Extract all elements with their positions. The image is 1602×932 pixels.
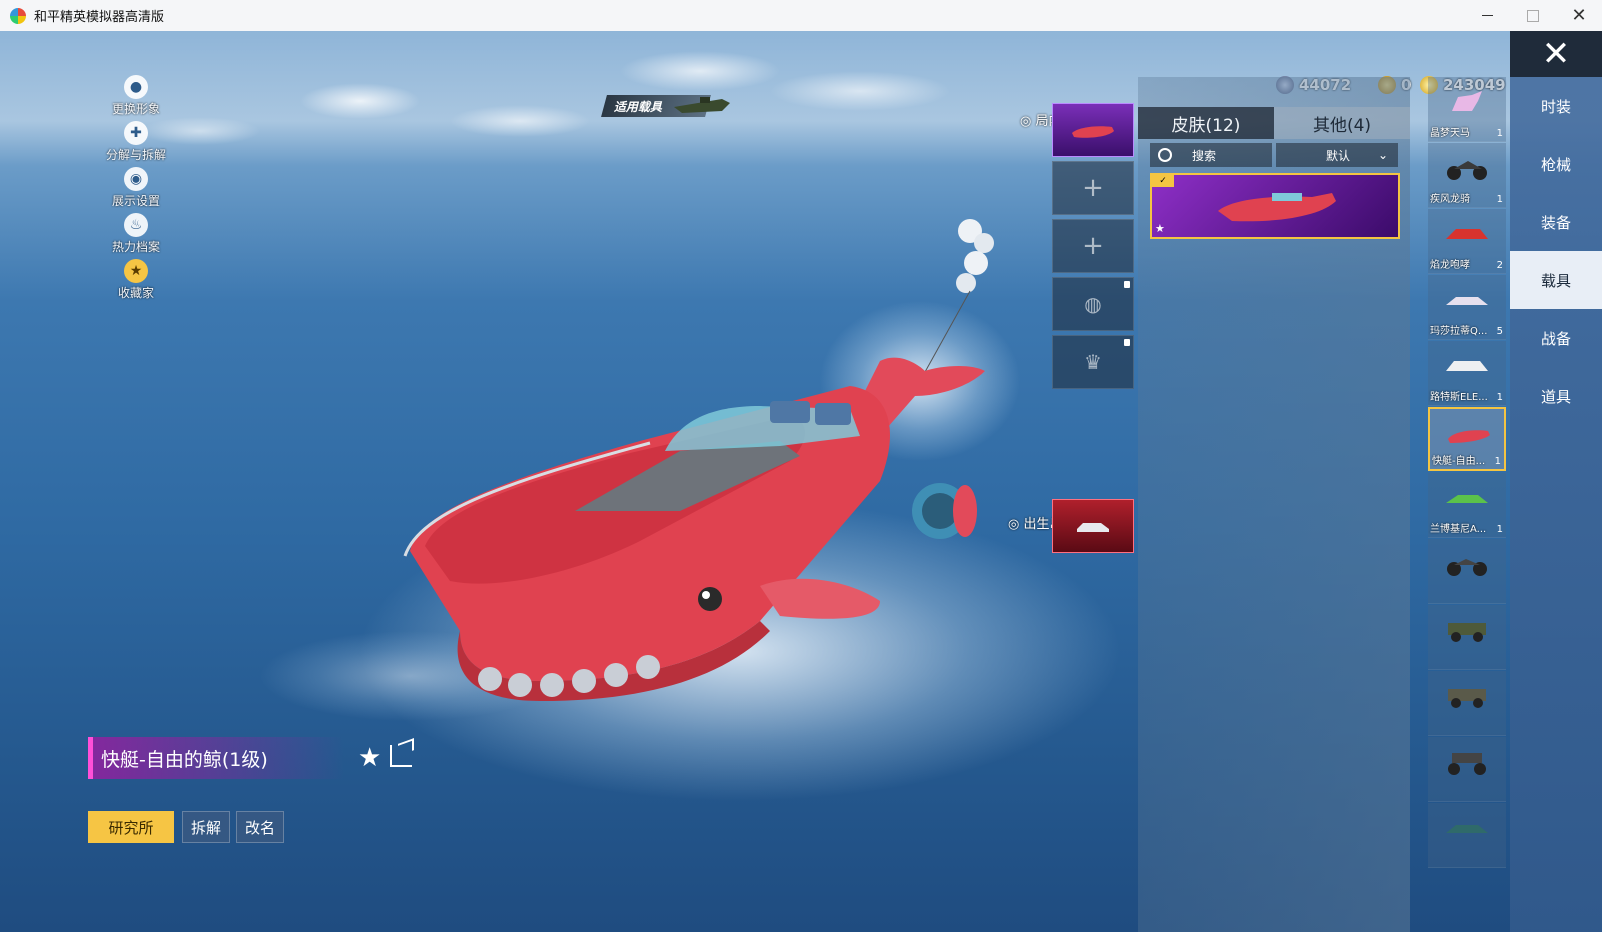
vehicle-item-flame-dragon[interactable]: 焰龙咆哮 2 <box>1428 209 1506 274</box>
tab-skins[interactable]: 皮肤(12) <box>1138 107 1274 139</box>
monster-truck-icon <box>1448 753 1486 775</box>
vehicle-item-monster-truck[interactable] <box>1428 737 1506 802</box>
category-weapons[interactable]: 枪械 <box>1510 135 1602 193</box>
close-icon: ✕ <box>1541 34 1571 74</box>
help-icon: ◎ <box>1008 517 1024 532</box>
pegasus-icon <box>1452 91 1482 111</box>
minimize-icon <box>1481 15 1493 16</box>
match-skin-slot-5-locked[interactable]: ♛ <box>1052 335 1134 389</box>
car-thumb <box>1077 523 1109 532</box>
avatar-icon: ● <box>124 75 148 99</box>
suv-icon <box>1446 361 1488 371</box>
category-fashion[interactable]: 时装 <box>1510 77 1602 135</box>
star-icon: ★ <box>1155 222 1165 235</box>
menu-decompose[interactable]: ✚ 分解与拆解 <box>76 121 196 167</box>
vehicle-item-pegasus[interactable]: 晶梦天马 1 <box>1428 77 1506 142</box>
whale-boat-card-art <box>1218 193 1336 222</box>
window-controls: ✕ <box>1464 0 1602 31</box>
jeep-icon <box>1448 623 1486 642</box>
vehicle-item-motorcycle[interactable] <box>1428 539 1506 604</box>
vehicle-item-maserati[interactable]: 玛莎拉蒂Q... 5 <box>1428 275 1506 340</box>
title-accent-bar <box>88 737 93 779</box>
game-scene: ● 更换形象 ✚ 分解与拆解 ◉ 展示设置 ♨ 热力档案 ★ 收藏家 适用载具 <box>0 31 1602 932</box>
puzzle-icon: ✚ <box>124 121 148 145</box>
disassemble-button[interactable]: 拆解 <box>182 811 230 843</box>
item-title: 快艇-自由的鲸(1级) <box>88 737 344 779</box>
plus-icon: + <box>1082 173 1104 203</box>
whale-boat-model <box>403 219 994 701</box>
research-button[interactable]: 研究所 <box>88 811 174 843</box>
category-sidebar: ✕ 时装 枪械 装备 载具 战备 道具 <box>1510 31 1602 932</box>
vehicle-item-dragon-motorbike[interactable]: 疾风龙骑 1 <box>1428 143 1506 208</box>
emblem-icon: ◍ <box>1084 292 1102 316</box>
flame-icon: ♨ <box>124 213 148 237</box>
maximize-button[interactable] <box>1510 0 1556 31</box>
category-combat-gear[interactable]: 战备 <box>1510 309 1602 367</box>
window-title: 和平精英模拟器高清版 <box>34 10 165 25</box>
vehicle-item-jeep-1[interactable] <box>1428 605 1506 670</box>
skin-tabs: 皮肤(12) 其他(4) <box>1138 107 1410 139</box>
whale-boat-thumb <box>1072 126 1114 138</box>
search-input[interactable]: 搜索 <box>1150 143 1272 167</box>
plus-icon: + <box>1082 231 1104 261</box>
vehicle-list: 晶梦天马 1 疾风龙骑 1 焰龙咆哮 2 玛莎拉蒂Q... 5 路特斯ELE..… <box>1428 77 1510 922</box>
search-row: 搜索 默认 ⌄ <box>1150 143 1400 167</box>
collector-badge-icon: ★ <box>124 259 148 283</box>
match-skin-slot-1[interactable] <box>1052 103 1134 157</box>
eye-icon: ◉ <box>124 167 148 191</box>
match-skin-slot-4-locked[interactable]: ◍ <box>1052 277 1134 331</box>
category-vehicles[interactable]: 载具 <box>1510 251 1602 309</box>
menu-display-settings[interactable]: ◉ 展示设置 <box>76 167 196 213</box>
motorbike-icon <box>1447 161 1487 180</box>
crown-icon: ♛ <box>1084 350 1102 374</box>
app-logo-icon <box>10 7 26 24</box>
supercar-icon <box>1446 495 1488 503</box>
dirt-bike-icon <box>1447 559 1487 576</box>
tab-others[interactable]: 其他(4) <box>1274 107 1410 139</box>
sort-dropdown[interactable]: 默认 ⌄ <box>1276 143 1398 167</box>
menu-heat-archive[interactable]: ♨ 热力档案 <box>76 213 196 259</box>
birth-island-slot[interactable] <box>1052 499 1134 553</box>
close-panel-button[interactable]: ✕ <box>1510 31 1602 77</box>
search-icon <box>1158 148 1172 162</box>
skin-panel: 皮肤(12) 其他(4) 搜索 默认 ⌄ ✓ ★ <box>1138 77 1410 932</box>
race-car-icon <box>1446 229 1488 239</box>
maximize-icon <box>1527 9 1539 22</box>
close-window-button[interactable]: ✕ <box>1556 0 1602 31</box>
category-items[interactable]: 道具 <box>1510 367 1602 425</box>
match-skin-slot-3[interactable]: + <box>1052 219 1134 273</box>
menu-change-avatar[interactable]: ● 更换形象 <box>76 75 196 121</box>
speedboat-icon <box>674 97 730 113</box>
whale-boat-icon <box>1448 430 1490 443</box>
menu-collector[interactable]: ★ 收藏家 <box>76 259 196 305</box>
minimize-button[interactable] <box>1464 0 1510 31</box>
favorite-star-icon[interactable]: ★ <box>358 743 381 773</box>
help-icon: ◎ <box>1020 114 1036 129</box>
chevron-down-icon: ⌄ <box>1377 148 1388 162</box>
jeep-icon <box>1448 689 1486 708</box>
vehicle-item-lamborghini[interactable]: 兰博基尼A... 1 <box>1428 473 1506 538</box>
title-bar: 和平精英模拟器高清版 ✕ <box>0 0 1602 32</box>
vehicle-item-whale-boat[interactable]: 快艇-自由... 1 <box>1428 407 1506 471</box>
vehicle-item-jeep-2[interactable] <box>1428 671 1506 736</box>
lock-icon <box>1124 281 1130 288</box>
sedan-icon <box>1446 297 1488 305</box>
lock-icon <box>1124 339 1130 346</box>
match-skin-slot-2[interactable]: + <box>1052 161 1134 215</box>
app-window: 和平精英模拟器高清版 ✕ ● 更换形象 ✚ 分解与拆解 ◉ 展示设置 ♨ 热力档… <box>0 0 1602 932</box>
close-icon: ✕ <box>1571 4 1587 26</box>
equipped-check-icon: ✓ <box>1152 175 1174 187</box>
skin-card-selected[interactable]: ✓ ★ <box>1150 173 1400 239</box>
classic-car-icon <box>1446 825 1488 833</box>
rename-button[interactable]: 改名 <box>236 811 284 843</box>
vehicle-item-classic-car[interactable] <box>1428 803 1506 868</box>
vehicle-item-lotus[interactable]: 路特斯ELE... 1 <box>1428 341 1506 406</box>
left-menu: ● 更换形象 ✚ 分解与拆解 ◉ 展示设置 ♨ 热力档案 ★ 收藏家 <box>76 75 196 305</box>
share-icon[interactable] <box>390 745 412 767</box>
category-equipment[interactable]: 装备 <box>1510 193 1602 251</box>
